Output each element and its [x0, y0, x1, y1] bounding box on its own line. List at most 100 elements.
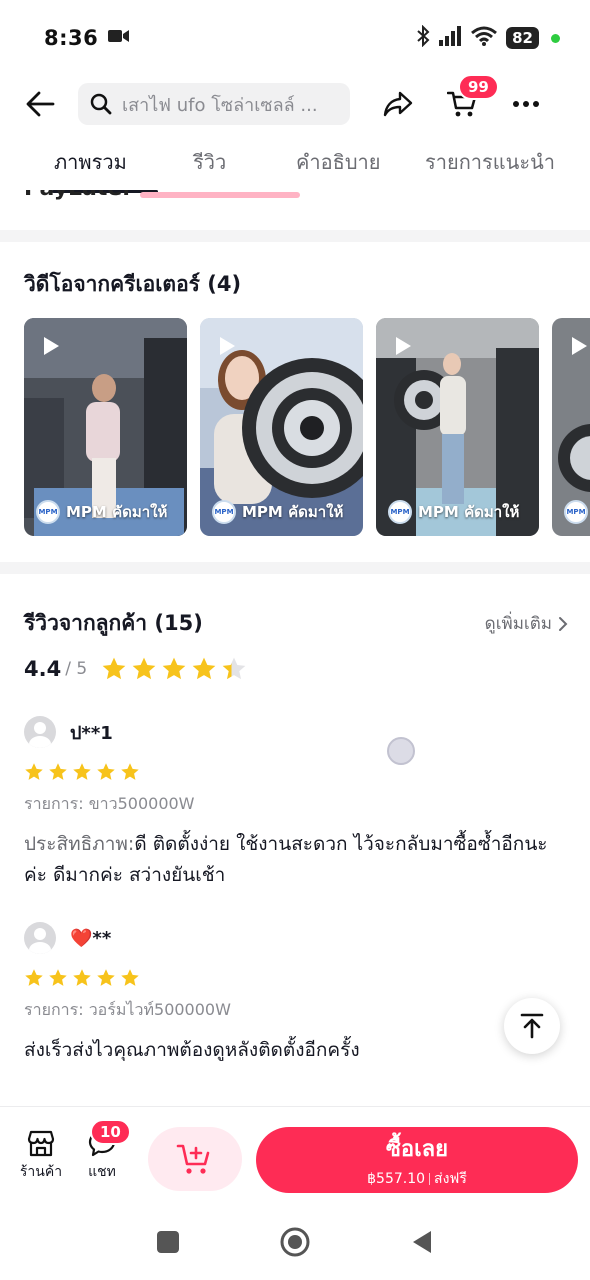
see-more-link[interactable]: ดูเพิ่มเติม: [485, 610, 568, 637]
reviews-title: รีวิวจากลูกค้า (15): [24, 611, 203, 635]
review-text-body: ส่งเร็วส่งไวคุณภาพต้องดูหลังติดตั้งอีกคร…: [24, 1039, 360, 1061]
more-button[interactable]: [504, 82, 548, 126]
add-to-cart-button[interactable]: [148, 1127, 242, 1191]
store-icon: [27, 1130, 55, 1157]
add-to-cart-icon: [176, 1144, 210, 1174]
status-time: 8:36: [44, 26, 99, 50]
star-icon: [121, 763, 139, 780]
back-nav-button[interactable]: [411, 1229, 433, 1255]
paylater-row[interactable]: PayLater: [0, 190, 590, 210]
video-card[interactable]: MPM MPM คัดมาให้: [200, 318, 363, 536]
play-icon: [42, 336, 60, 360]
review-variant: รายการ: ขาว500000W: [24, 794, 195, 813]
mpm-logo-icon: MPM: [36, 500, 60, 524]
mpm-logo-icon: MPM: [388, 500, 412, 524]
tab-recommended[interactable]: รายการแนะนำ: [425, 146, 555, 190]
rating-stars: [101, 656, 247, 682]
bluetooth-icon: [416, 24, 430, 51]
avatar: [24, 716, 56, 748]
paylater-promo-bar: [140, 192, 300, 198]
star-icon: [25, 969, 43, 986]
video-camera-icon: [108, 28, 130, 48]
review-variant: รายการ: วอร์มไวท์500000W: [24, 1000, 231, 1019]
reviewer: ป**1: [24, 716, 564, 748]
star-icon: [222, 657, 246, 680]
buy-now-button[interactable]: ซื้อเลย ฿557.10 ส่งฟรี: [256, 1127, 578, 1193]
rating-max: / 5: [65, 659, 88, 679]
video-card[interactable]: MPM MPM คัดมาให้: [24, 318, 187, 536]
cart-button[interactable]: 99: [440, 74, 499, 126]
touch-indicator: [387, 737, 415, 765]
star-icon: [192, 657, 216, 680]
privacy-dot-icon: [551, 33, 560, 43]
wifi-icon: [470, 26, 498, 50]
separator: [429, 1172, 431, 1185]
review-text-label: ประสิทธิภาพ:: [24, 833, 135, 855]
review-item: ❤️** รายการ: วอร์มไวท์500000W ส่งเร็วส่ง…: [24, 922, 564, 1066]
video-card[interactable]: MPM MPM คัดมาให้: [376, 318, 539, 536]
shop-button[interactable]: ร้านค้า: [16, 1129, 66, 1183]
chat-label: แชท: [88, 1164, 116, 1180]
status-bar: 8:36 82: [0, 0, 590, 76]
star-icon: [97, 763, 115, 780]
play-icon: [394, 336, 412, 360]
review-text: ส่งเร็วส่งไวคุณภาพต้องดูหลังติดตั้งอีกคร…: [24, 1035, 564, 1066]
chat-badge: 10: [90, 1119, 131, 1145]
section-divider: [0, 230, 590, 242]
cart-badge: 99: [458, 74, 499, 100]
chat-button[interactable]: แชท 10: [80, 1119, 131, 1183]
video-caption-text: MPM คัดมาให้: [66, 503, 168, 521]
mpm-logo-icon: MPM: [564, 500, 588, 524]
battery-indicator: 82: [506, 27, 539, 49]
star-icon: [73, 763, 91, 780]
rating-value: 4.4: [24, 657, 62, 681]
play-icon: [570, 336, 588, 360]
star-icon: [132, 657, 156, 680]
buy-price: ฿557.10: [367, 1170, 426, 1187]
video-caption-text: MPM คัดมาให้: [242, 503, 344, 521]
scroll-to-top-button[interactable]: [504, 998, 560, 1054]
share-button[interactable]: [376, 82, 420, 126]
tab-label: รีวิว: [193, 150, 227, 174]
video-carousel[interactable]: MPM MPM คัดมาให้ MPM MPM คัดมาให้ MPM MP…: [24, 318, 590, 538]
tab-label: รายการแนะนำ: [425, 150, 555, 174]
arrow-up-icon: [520, 1013, 544, 1039]
video-caption-text: MPM คัดมาให้: [418, 503, 520, 521]
more-dots-icon: [513, 101, 539, 107]
reviewer-name: ป**1: [70, 722, 113, 744]
search-icon: [90, 93, 112, 115]
star-icon: [49, 763, 67, 780]
avatar: [24, 922, 56, 954]
header: เสาไฟ ufo โซล่าเซลล์ ... 99: [0, 74, 590, 132]
review-text: ประสิทธิภาพ:ดี ติดตั้งง่าย ใช้งานสะดวก ไ…: [24, 829, 564, 891]
star-icon: [97, 969, 115, 986]
free-shipping-label: ส่งฟรี: [434, 1170, 467, 1187]
buy-price-row: ฿557.10 ส่งฟรี: [367, 1168, 467, 1190]
star-icon: [162, 657, 186, 680]
share-icon: [383, 91, 413, 117]
video-caption: MPM MPM คัดมาให้: [212, 500, 343, 524]
arrow-left-icon: [26, 91, 55, 117]
search-input[interactable]: เสาไฟ ufo โซล่าเซลล์ ...: [78, 83, 350, 125]
video-caption: MPM: [564, 500, 590, 524]
tab-reviews[interactable]: รีวิว: [193, 146, 226, 190]
tab-overview[interactable]: ภาพรวม: [54, 146, 127, 190]
bottom-action-bar: ร้านค้า แชท 10 ซื้อเลย ฿557.10 ส่งฟรี: [0, 1106, 590, 1204]
recents-button[interactable]: [157, 1231, 179, 1253]
star-icon: [25, 763, 43, 780]
video-caption: MPM MPM คัดมาให้: [388, 500, 519, 524]
home-button[interactable]: [279, 1226, 311, 1258]
tab-label: คำอธิบาย: [296, 150, 381, 174]
tab-label: ภาพรวม: [54, 150, 127, 174]
reviewer-name: ❤️**: [70, 927, 112, 949]
system-nav-bar: [0, 1204, 590, 1280]
star-icon: [73, 969, 91, 986]
videos-title: วิดีโอจากครีเอเตอร์ (4): [24, 272, 242, 296]
star-icon: [49, 969, 67, 986]
back-button[interactable]: [18, 82, 62, 126]
reviewer: ❤️**: [24, 922, 564, 954]
review-stars: [24, 762, 564, 782]
video-card[interactable]: MPM: [552, 318, 590, 536]
tab-description[interactable]: คำอธิบาย: [296, 146, 380, 190]
buy-now-label: ซื้อเลย: [385, 1136, 449, 1162]
